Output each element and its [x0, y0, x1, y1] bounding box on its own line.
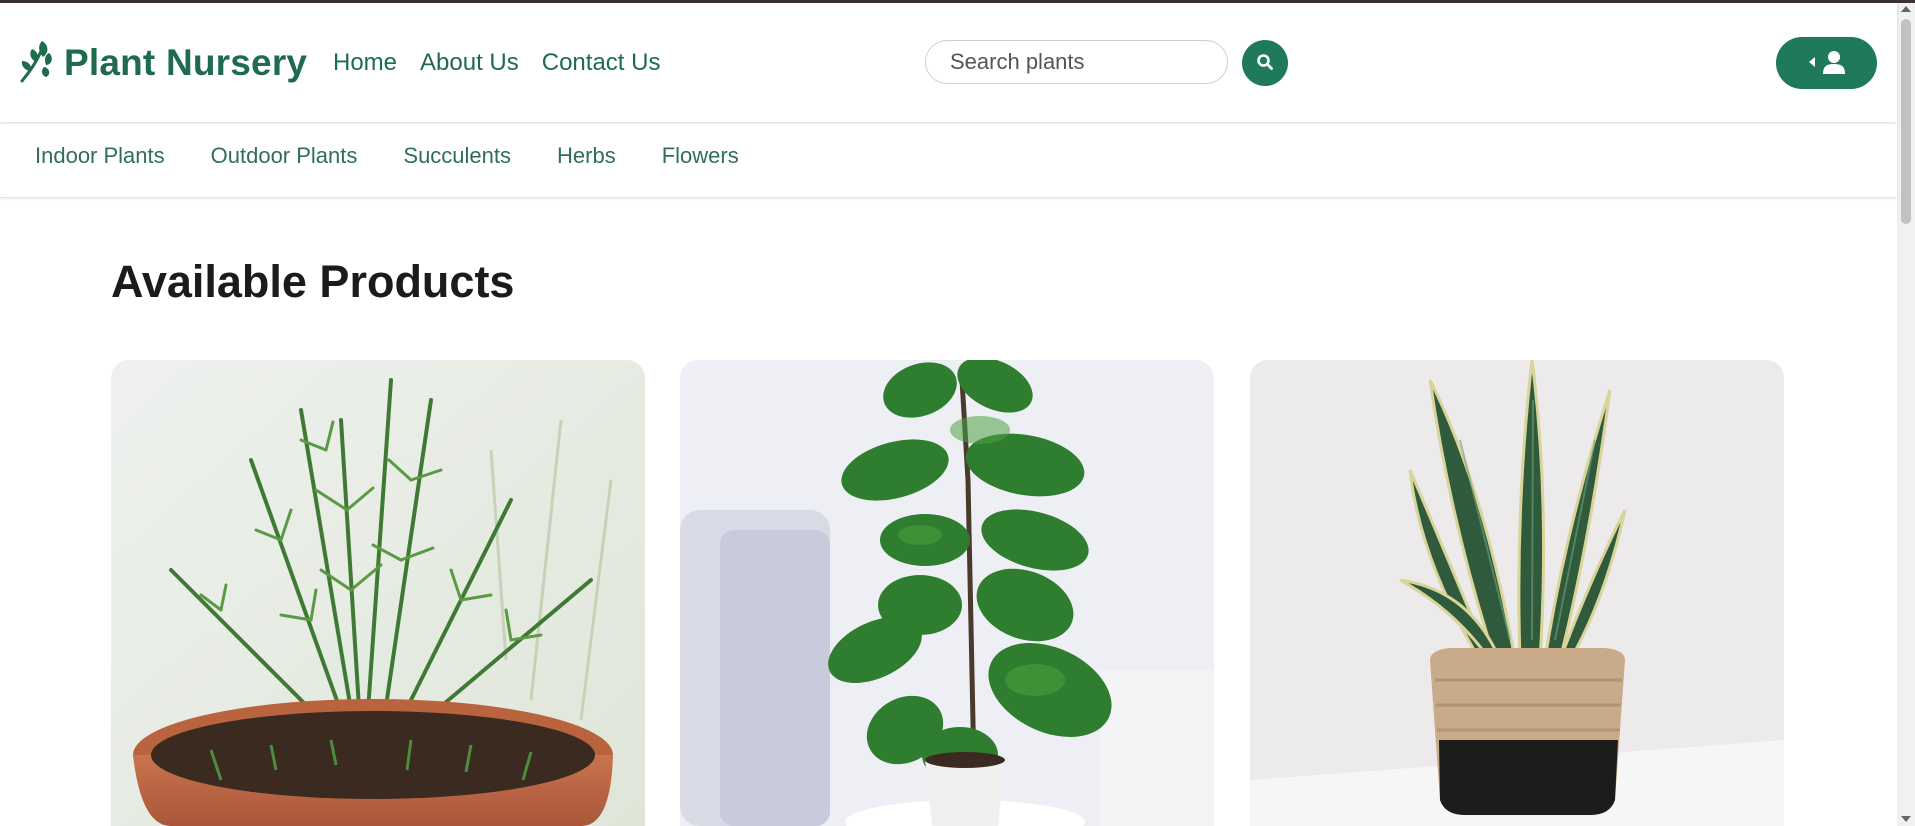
- category-herbs[interactable]: Herbs: [557, 143, 616, 169]
- scroll-up-icon[interactable]: [1901, 6, 1911, 12]
- category-indoor-plants[interactable]: Indoor Plants: [35, 143, 165, 169]
- brand-name: Plant Nursery: [64, 41, 308, 83]
- category-flowers[interactable]: Flowers: [662, 143, 739, 169]
- product-image-fiddle-leaf-fig: [680, 360, 1214, 826]
- search-input[interactable]: [925, 40, 1228, 84]
- product-image-rosemary: [111, 360, 645, 826]
- nav-about-us[interactable]: About Us: [420, 49, 519, 77]
- product-card[interactable]: [111, 360, 645, 826]
- nav-contact-us[interactable]: Contact Us: [542, 49, 661, 77]
- page-title: Available Products: [111, 256, 515, 307]
- category-outdoor-plants[interactable]: Outdoor Plants: [211, 143, 358, 169]
- scroll-down-icon[interactable]: [1901, 816, 1911, 822]
- search-button[interactable]: [1242, 40, 1288, 86]
- main-nav: Home About Us Contact Us: [333, 49, 660, 77]
- caret-left-icon: [1808, 56, 1816, 71]
- product-card[interactable]: [680, 360, 1214, 826]
- product-image-snake-plant: [1250, 360, 1784, 826]
- category-bar: Indoor Plants Outdoor Plants Succulents …: [0, 123, 1897, 198]
- search-icon: [1256, 53, 1274, 74]
- account-menu-button[interactable]: [1776, 37, 1877, 89]
- brand-logo[interactable]: Plant Nursery: [16, 35, 307, 90]
- nav-home[interactable]: Home: [333, 49, 397, 77]
- category-succulents[interactable]: Succulents: [403, 143, 511, 169]
- user-icon: [1822, 50, 1846, 77]
- page-scrollbar[interactable]: [1897, 3, 1915, 826]
- leaf-icon: [16, 35, 56, 90]
- scrollbar-thumb[interactable]: [1901, 19, 1911, 224]
- product-card[interactable]: [1250, 360, 1784, 826]
- site-header: Plant Nursery Home About Us Contact Us: [0, 3, 1897, 122]
